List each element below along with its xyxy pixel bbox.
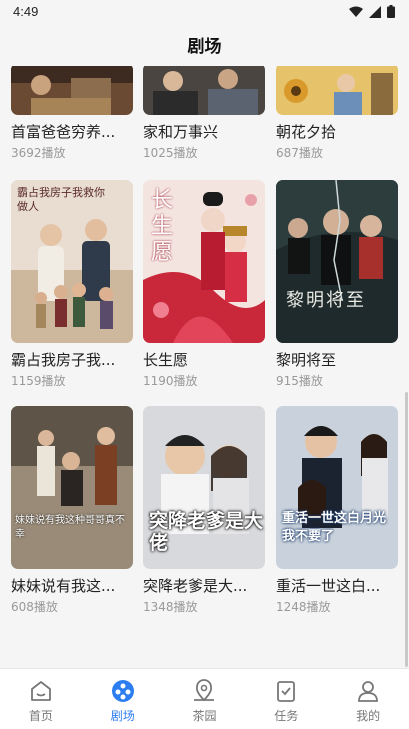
bottom-tab-bar: 首页 剧场 茶园 任务 我的	[0, 668, 409, 729]
drama-card[interactable]: 家和万事兴 1025播放	[143, 66, 265, 161]
drama-title: 黎明将至	[276, 351, 337, 369]
tab-home[interactable]: 首页	[0, 669, 82, 729]
poster-overlay-text: 突降老爹是大佬	[149, 510, 264, 554]
drama-title: 突降老爹是大...	[143, 577, 248, 595]
drama-poster[interactable]: 重活一世这白月光我不要了	[276, 406, 398, 569]
drama-card[interactable]: 突降老爹是大佬 突降老爹是大... 1348播放	[143, 406, 265, 615]
drama-title: 妹妹说有我这...	[11, 577, 116, 595]
status-time: 4:49	[13, 4, 39, 19]
drama-poster[interactable]: 黎明将至	[276, 180, 398, 343]
task-check-icon	[277, 681, 296, 702]
drama-play-count: 1025播放	[143, 146, 198, 160]
tab-tea-garden[interactable]: 茶园	[164, 669, 246, 729]
drama-play-count: 1348播放	[143, 600, 198, 614]
poster-overlay-text: 妹妹说有我这种哥哥真不幸	[15, 515, 125, 540]
drama-poster[interactable]: 长生愿	[143, 180, 265, 343]
drama-play-count: 1190播放	[143, 374, 198, 388]
battery-icon	[387, 5, 395, 18]
drama-grid-scroll[interactable]: 首富爸爸穷养... 3692播放 家和万事兴 1025播放 朝花夕拾 687播放	[0, 66, 409, 668]
poster-overlay-text: 霸占我房子我救你做人	[17, 186, 105, 213]
drama-title: 首富爸爸穷养...	[11, 123, 116, 141]
tab-label: 任务	[274, 709, 299, 723]
drama-poster[interactable]: 妹妹说有我这种哥哥真不幸	[11, 406, 133, 569]
poster-overlay-text: 黎明将至	[286, 290, 366, 311]
drama-play-count: 1159播放	[11, 374, 66, 388]
drama-play-count: 687播放	[276, 146, 323, 160]
status-icons	[349, 5, 395, 18]
drama-poster[interactable]	[11, 66, 133, 115]
drama-card[interactable]: 首富爸爸穷养... 3692播放	[11, 66, 133, 161]
drama-play-count: 3692播放	[11, 146, 66, 160]
drama-poster[interactable]: 霸占我房子我救你做人	[11, 180, 133, 343]
drama-title: 长生愿	[143, 351, 189, 369]
scrollbar[interactable]	[405, 392, 408, 667]
drama-poster[interactable]	[276, 66, 398, 115]
tab-label: 茶园	[192, 709, 217, 723]
drama-play-count: 1248播放	[276, 600, 331, 614]
tab-label: 首页	[28, 709, 53, 723]
drama-poster[interactable]	[143, 66, 265, 115]
drama-title: 朝花夕拾	[276, 123, 337, 141]
drama-card[interactable]: 黎明将至 黎明将至 915播放	[276, 180, 398, 389]
drama-play-count: 915播放	[276, 374, 323, 388]
drama-title: 家和万事兴	[143, 123, 219, 141]
tab-label: 剧场	[110, 709, 135, 723]
drama-title: 霸占我房子我...	[11, 351, 116, 369]
poster-overlay-text: 重活一世这白月光我不要了	[282, 511, 387, 544]
drama-card[interactable]: 长生愿 长生愿 1190播放	[143, 180, 265, 389]
wifi-icon	[349, 6, 363, 17]
page-title: 剧场	[187, 36, 222, 57]
poster-overlay-text: 长生愿	[151, 188, 174, 265]
home-icon	[30, 681, 51, 701]
drama-card[interactable]: 霸占我房子我救你做人 霸占我房子我... 1159播放	[11, 180, 133, 389]
status-bar: 4:49	[0, 0, 409, 24]
map-pin-icon	[194, 679, 215, 702]
tab-label: 我的	[356, 709, 381, 723]
drama-play-count: 608播放	[11, 600, 58, 614]
title-bar: 剧场	[0, 24, 409, 64]
film-reel-icon	[111, 680, 134, 702]
tab-tasks[interactable]: 任务	[245, 669, 327, 729]
drama-poster[interactable]: 突降老爹是大佬	[143, 406, 265, 569]
user-icon	[358, 681, 378, 702]
drama-card[interactable]: 朝花夕拾 687播放	[276, 66, 398, 161]
drama-card[interactable]: 妹妹说有我这种哥哥真不幸 妹妹说有我这... 608播放	[11, 406, 133, 615]
signal-icon	[369, 5, 381, 18]
drama-card[interactable]: 重活一世这白月光我不要了 重活一世这白... 1248播放	[276, 406, 398, 615]
tab-theater[interactable]: 剧场	[82, 669, 164, 729]
tab-profile[interactable]: 我的	[327, 669, 409, 729]
drama-title: 重活一世这白...	[276, 577, 381, 595]
